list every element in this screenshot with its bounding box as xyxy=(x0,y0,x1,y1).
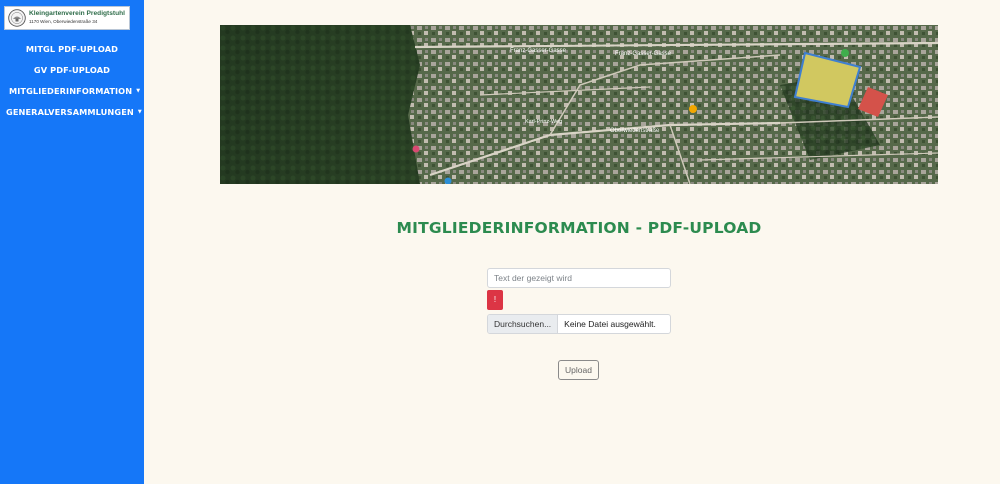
logo-text: Kleingartenverein Predigtstuhl 1170 Wien… xyxy=(29,11,125,24)
caret-down-icon: ▼ xyxy=(136,88,141,94)
nav-item-mitgliederinformation[interactable]: MITGLIEDERINFORMATION ▼ xyxy=(9,86,144,96)
page-title: MITGLIEDERINFORMATION - PDF-UPLOAD xyxy=(396,219,762,237)
aerial-map: Franz-Gasser-Gasse Franz-Gasser-Gasse Ob… xyxy=(220,25,938,184)
map-street-label: Oberwiedenstraße xyxy=(610,128,660,134)
sidebar: Kleingartenverein Predigtstuhl 1170 Wien… xyxy=(0,0,144,484)
nav-item-mitgl-pdf-upload[interactable]: MITGL PDF-UPLOAD xyxy=(0,44,144,54)
club-seal-icon xyxy=(8,9,26,27)
map-street-label: Karl-Prinz-Weg xyxy=(525,119,562,125)
nav-item-label: GV PDF-UPLOAD xyxy=(33,65,111,75)
logo-subtitle: 1170 Wien, Oberwiedenstraße 34 xyxy=(29,19,98,24)
upload-button[interactable]: Upload xyxy=(558,360,599,380)
alert-button[interactable]: ! xyxy=(487,290,503,310)
logo-title: Kleingartenverein Predigtstuhl xyxy=(29,10,125,18)
file-status-text: Keine Datei ausgewählt. xyxy=(564,319,656,329)
nav-item-label: MITGL PDF-UPLOAD xyxy=(25,44,119,54)
browse-button[interactable]: Durchsuchen... xyxy=(488,315,559,333)
map-street-label: Franz-Gasser-Gasse xyxy=(615,51,672,57)
nav-item-gv-pdf-upload[interactable]: GV PDF-UPLOAD xyxy=(0,65,144,75)
caret-down-icon: ▼ xyxy=(137,109,142,115)
file-input[interactable]: Durchsuchen... Keine Datei ausgewählt. xyxy=(487,314,671,334)
aerial-map-image: Franz-Gasser-Gasse Franz-Gasser-Gasse Ob… xyxy=(220,25,938,184)
display-text-input[interactable] xyxy=(487,268,671,288)
nav-item-label: MITGLIEDERINFORMATION xyxy=(9,86,133,96)
map-street-label: Franz-Gasser-Gasse xyxy=(510,48,567,54)
club-logo[interactable]: Kleingartenverein Predigtstuhl 1170 Wien… xyxy=(4,6,130,30)
nav-item-generalversammlungen[interactable]: GENERALVERSAMMLUNGEN ▼ xyxy=(6,107,144,117)
nav-item-label: GENERALVERSAMMLUNGEN xyxy=(6,107,134,117)
